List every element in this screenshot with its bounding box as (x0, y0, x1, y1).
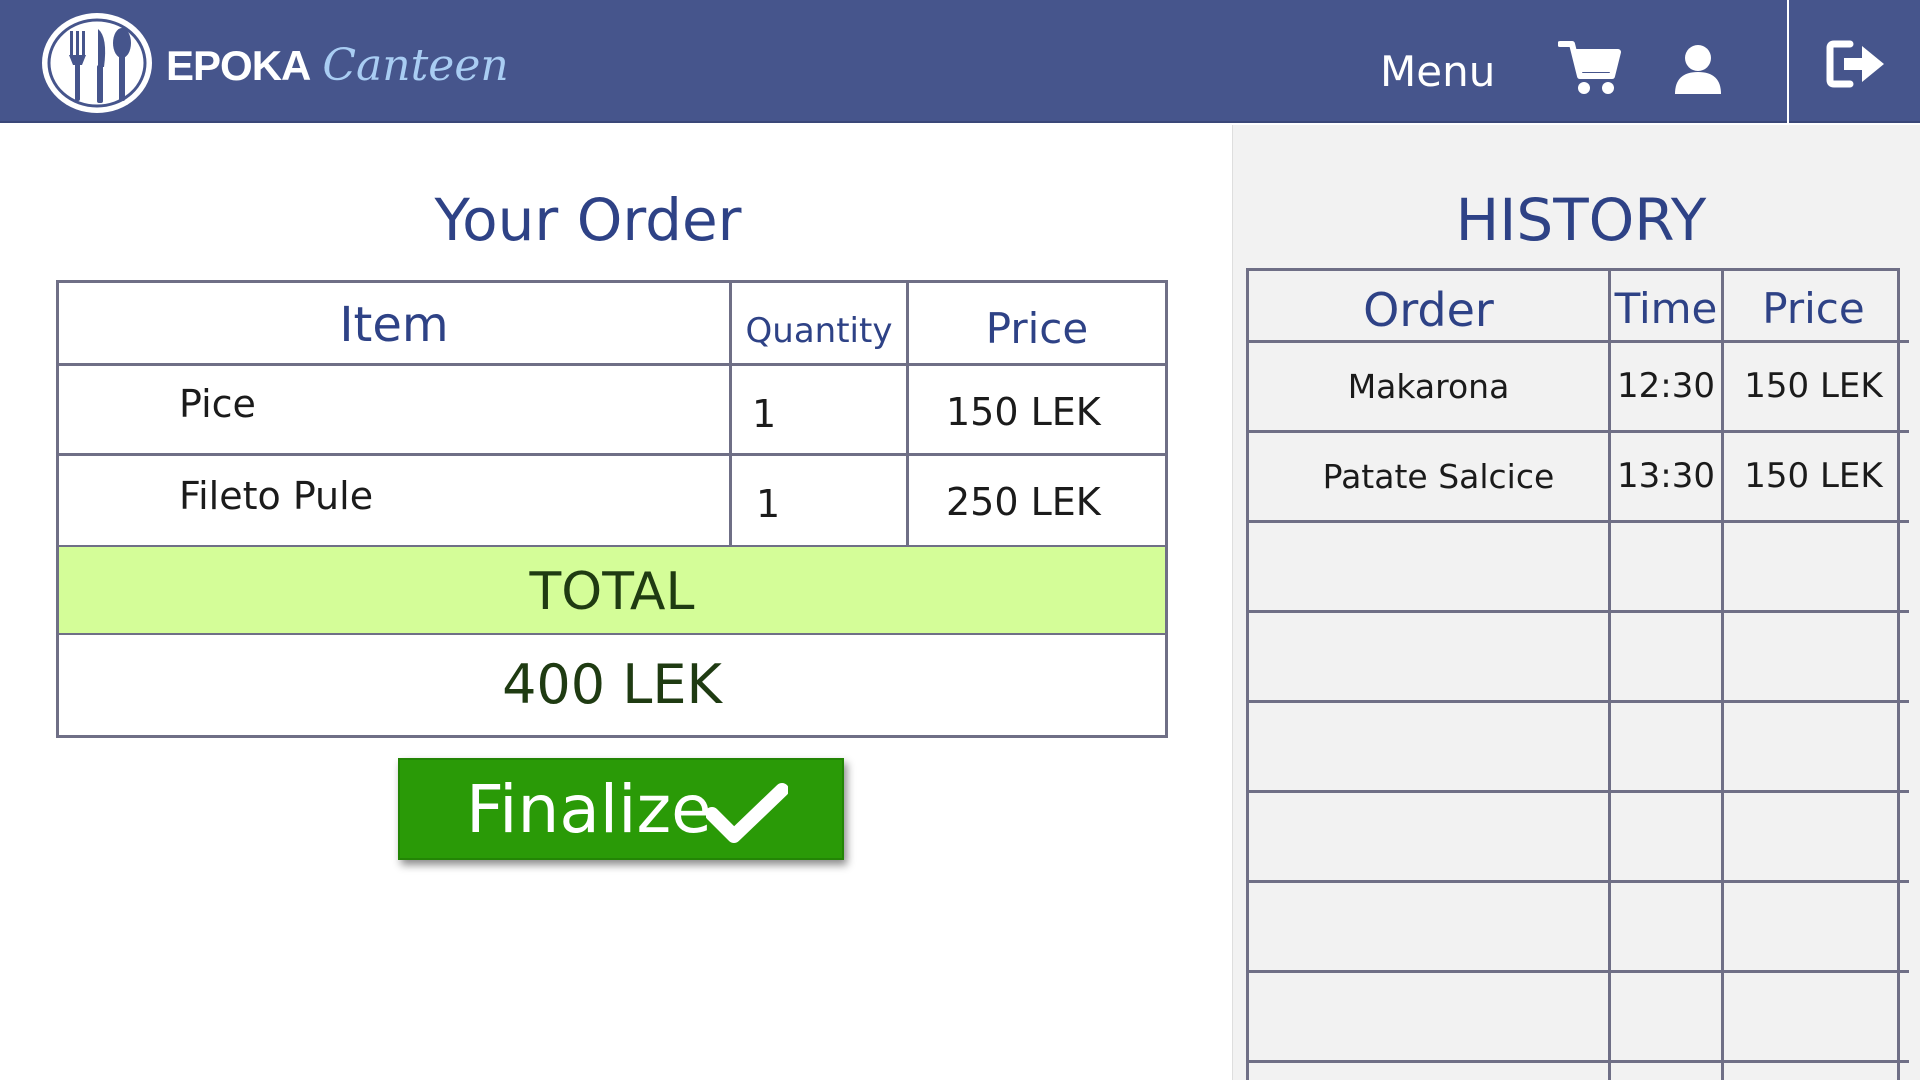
order-row-divider (59, 363, 1165, 366)
history-header-order: Order (1363, 283, 1494, 337)
history-row-divider (1249, 970, 1909, 973)
fork-knife-spoon-icon (42, 13, 152, 113)
logout-icon[interactable] (1826, 36, 1888, 92)
history-row-divider (1249, 700, 1909, 703)
history-order-time: 13:30 (1617, 456, 1715, 496)
user-icon[interactable] (1672, 44, 1724, 96)
top-navbar: EPOKA Canteen Menu (0, 0, 1920, 123)
order-header-price: Price (985, 304, 1089, 353)
order-item-quantity: 1 (752, 392, 777, 436)
total-value: 400 LEK (502, 653, 722, 716)
check-icon (705, 782, 789, 844)
order-item-price: 150 LEK (946, 390, 1101, 434)
history-row-divider (1249, 880, 1909, 883)
history-row-divider (1249, 790, 1909, 793)
order-header-item: Item (339, 297, 449, 353)
finalize-button[interactable]: Finalize (398, 758, 844, 860)
total-band: TOTAL (59, 545, 1165, 635)
order-item-name: Fileto Pule (179, 474, 374, 518)
brand-subtitle: Canteen (322, 40, 509, 91)
app-brand: EPOKA Canteen (166, 40, 509, 100)
nav-menu-link[interactable]: Menu (1380, 44, 1510, 100)
order-item-price: 250 LEK (946, 480, 1101, 524)
order-table: Item Quantity Price Pice 1 150 LEK Filet… (56, 280, 1168, 738)
history-header-price: Price (1762, 284, 1865, 333)
history-order-price: 150 LEK (1744, 456, 1883, 496)
history-row-divider (1249, 520, 1909, 523)
total-label: TOTAL (529, 562, 695, 622)
order-header-quantity: Quantity (745, 311, 893, 351)
order-item-name: Pice (179, 382, 256, 426)
history-order-time: 12:30 (1617, 366, 1715, 406)
history-header-time: Time (1614, 284, 1718, 333)
order-item-quantity: 1 (756, 482, 781, 526)
cart-icon[interactable] (1557, 38, 1622, 98)
history-order-name: Makarona (1347, 367, 1510, 406)
history-order-name: Patate Salcice (1322, 457, 1555, 496)
history-title: HISTORY (1455, 186, 1707, 254)
order-row-divider (59, 453, 1165, 456)
history-order-price: 150 LEK (1744, 366, 1883, 406)
history-row-divider (1249, 610, 1909, 613)
history-row-divider (1249, 1060, 1909, 1063)
order-title: Your Order (434, 186, 742, 254)
finalize-label: Finalize (466, 771, 712, 848)
history-table: Order Time Price Makarona 12:30 150 LEK … (1246, 268, 1909, 1080)
nav-divider (1787, 0, 1789, 123)
brand-name: EPOKA (166, 42, 311, 89)
